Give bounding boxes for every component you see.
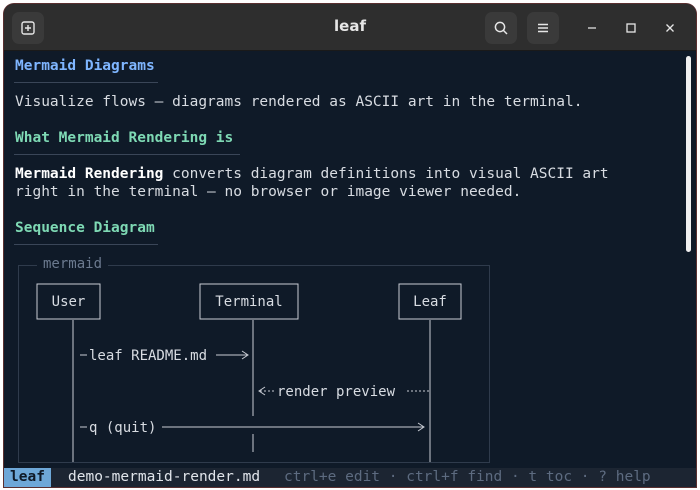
close-icon bbox=[666, 24, 674, 32]
participant-user: User bbox=[52, 294, 86, 310]
heading-what-is: What Mermaid Rendering is bbox=[15, 130, 234, 146]
mode-badge: leaf bbox=[4, 468, 51, 487]
code-block-language-label: mermaid bbox=[37, 256, 109, 272]
heading-mermaid-diagrams: Mermaid Diagrams bbox=[15, 58, 155, 74]
mermaid-code-block: mermaid User Terminal Leaf leaf README.m… bbox=[18, 256, 490, 463]
heading-underline bbox=[14, 244, 158, 245]
file-name: demo-mermaid-render.md bbox=[68, 469, 261, 485]
sequence-diagram: User Terminal Leaf leaf README.md render… bbox=[36, 283, 462, 462]
search-icon bbox=[494, 21, 508, 35]
participant-terminal: Terminal bbox=[215, 294, 282, 310]
heading-underline bbox=[14, 154, 240, 155]
description-paragraph-line-2: right in the terminal — no browser or im… bbox=[15, 184, 522, 200]
heading-sequence-diagram: Sequence Diagram bbox=[15, 220, 155, 236]
status-bar: leaf demo-mermaid-render.md ctrl+e edit … bbox=[4, 468, 696, 487]
message-leaf-readme: leaf README.md bbox=[89, 348, 207, 364]
maximize-icon bbox=[626, 23, 636, 33]
search-button[interactable] bbox=[485, 12, 517, 44]
title-bar: leaf bbox=[4, 4, 696, 51]
intro-paragraph: Visualize flows — diagrams rendered as A… bbox=[15, 94, 583, 110]
maximize-button[interactable] bbox=[621, 18, 641, 38]
participant-leaf: Leaf bbox=[413, 294, 447, 310]
scrollbar-thumb[interactable] bbox=[686, 56, 691, 252]
description-text: converts diagram definitions into visual… bbox=[163, 166, 609, 182]
keyboard-hints: ctrl+e edit · ctrl+f find · t toc · ? he… bbox=[284, 469, 651, 485]
bold-term: Mermaid Rendering bbox=[15, 166, 164, 182]
message-quit: q (quit) bbox=[89, 420, 156, 436]
app-window: leaf Mermaid Diagrams Visualize flows — … bbox=[4, 4, 696, 487]
heading-underline bbox=[14, 82, 158, 83]
menu-button[interactable] bbox=[527, 12, 559, 44]
minimize-button[interactable] bbox=[582, 18, 602, 38]
description-paragraph-line-1: Mermaid Rendering converts diagram defin… bbox=[15, 166, 609, 182]
message-render-preview: render preview bbox=[277, 384, 396, 400]
markdown-viewer[interactable]: Mermaid Diagrams Visualize flows — diagr… bbox=[4, 51, 696, 468]
minimize-icon bbox=[588, 27, 596, 29]
hamburger-menu-icon bbox=[538, 23, 548, 33]
close-button[interactable] bbox=[660, 18, 680, 38]
